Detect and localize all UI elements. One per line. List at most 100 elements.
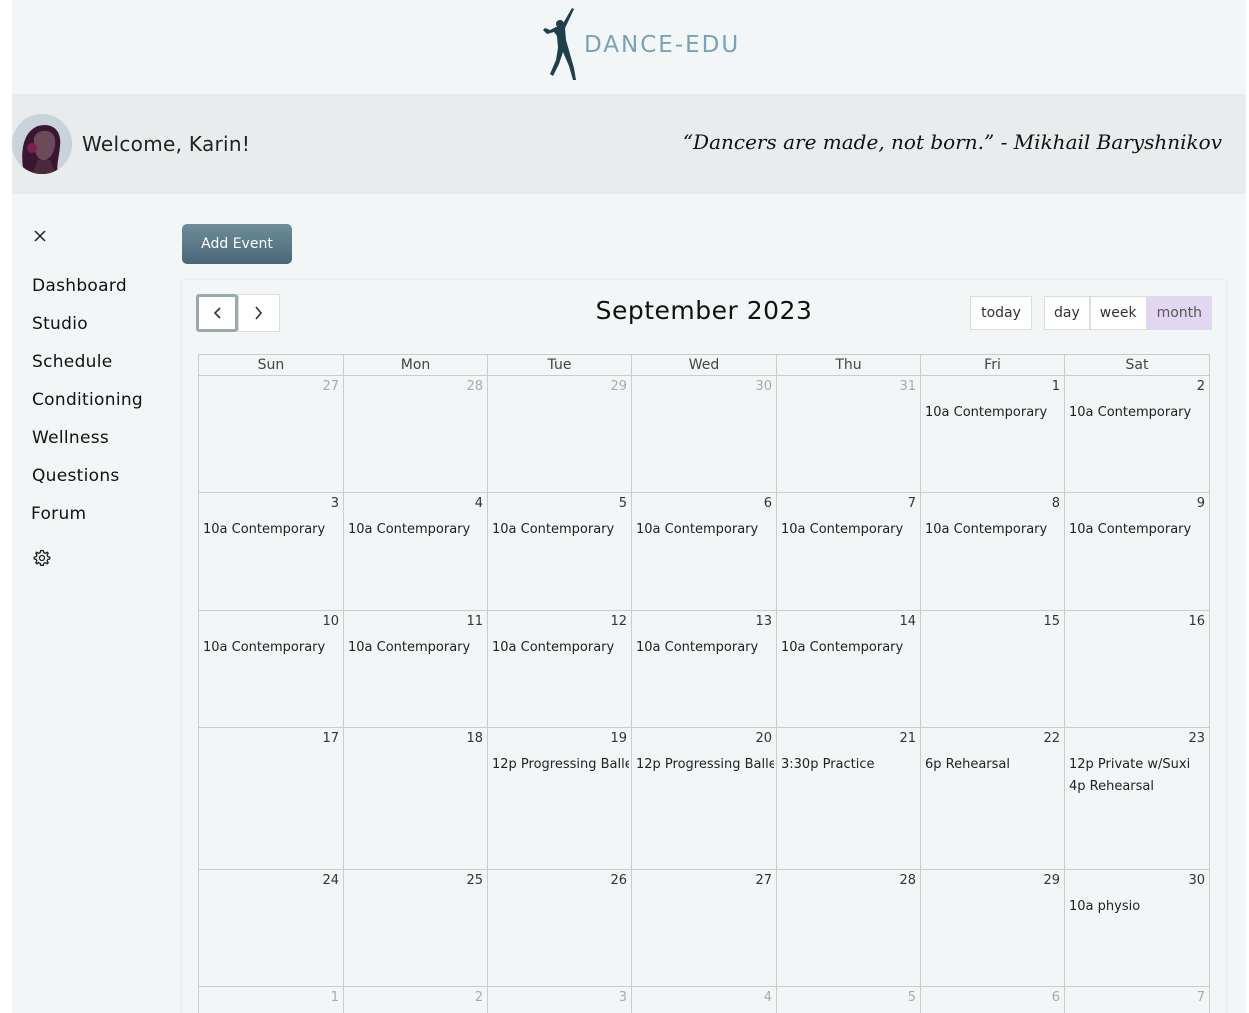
calendar-event[interactable]: 10a Contemporary: [781, 519, 918, 541]
calendar-event[interactable]: 12p Progressing Ballet: [636, 754, 774, 776]
day-number[interactable]: 19: [610, 731, 627, 746]
calendar-event[interactable]: 12p Progressing Ballet: [492, 754, 629, 776]
calendar-day-cell[interactable]: 27: [632, 870, 777, 987]
day-number[interactable]: 1: [1052, 379, 1060, 394]
day-number[interactable]: 6: [764, 496, 772, 511]
add-event-button[interactable]: Add Event: [182, 224, 292, 264]
day-number[interactable]: 27: [322, 379, 339, 394]
calendar-day-cell[interactable]: 6: [921, 987, 1065, 1013]
calendar-day-cell[interactable]: 8 10a Contemporary: [921, 493, 1065, 611]
calendar-day-cell[interactable]: 22 6p Rehearsal: [921, 728, 1065, 870]
day-number[interactable]: 11: [466, 614, 483, 629]
sidebar-item-studio[interactable]: Studio: [32, 314, 88, 334]
day-number[interactable]: 6: [1052, 990, 1060, 1005]
calendar-day-cell[interactable]: 5 10a Contemporary: [488, 493, 632, 611]
day-number[interactable]: 18: [466, 731, 483, 746]
day-number[interactable]: 8: [1052, 496, 1060, 511]
calendar-day-cell[interactable]: 24: [199, 870, 344, 987]
calendar-event[interactable]: 10a Contemporary: [1069, 519, 1207, 541]
calendar-day-cell[interactable]: 2: [344, 987, 488, 1013]
sidebar-item-wellness[interactable]: Wellness: [32, 428, 109, 448]
calendar-event[interactable]: 10a Contemporary: [203, 519, 341, 541]
day-number[interactable]: 14: [899, 614, 916, 629]
calendar-event[interactable]: 6p Rehearsal: [925, 754, 1062, 776]
calendar-day-cell[interactable]: 3: [488, 987, 632, 1013]
calendar-event[interactable]: 10a Contemporary: [492, 519, 629, 541]
calendar-day-cell[interactable]: 30 10a physio: [1065, 870, 1209, 987]
prev-month-button[interactable]: [196, 294, 238, 332]
calendar-event[interactable]: 4p Rehearsal: [1069, 776, 1207, 798]
calendar-day-cell[interactable]: 18: [344, 728, 488, 870]
calendar-day-cell[interactable]: 21 3:30p Practice: [777, 728, 921, 870]
day-number[interactable]: 4: [764, 990, 772, 1005]
sidebar-item-conditioning[interactable]: Conditioning: [32, 390, 143, 410]
day-number[interactable]: 2: [1197, 379, 1205, 394]
calendar-event[interactable]: 10a Contemporary: [492, 637, 629, 659]
view-day-button[interactable]: day: [1044, 296, 1090, 330]
calendar-event[interactable]: 12p Private w/Suxi: [1069, 754, 1207, 776]
calendar-day-cell[interactable]: 17: [199, 728, 344, 870]
calendar-day-cell[interactable]: 1 10a Contemporary: [921, 376, 1065, 493]
calendar-day-cell[interactable]: 28: [777, 870, 921, 987]
calendar-day-cell[interactable]: 4: [632, 987, 777, 1013]
day-number[interactable]: 3: [619, 990, 627, 1005]
calendar-event[interactable]: 3:30p Practice: [781, 754, 918, 776]
calendar-event[interactable]: 10a physio: [1069, 896, 1207, 918]
day-number[interactable]: 25: [466, 873, 483, 888]
calendar-event[interactable]: 10a Contemporary: [925, 519, 1062, 541]
calendar-day-cell[interactable]: 25: [344, 870, 488, 987]
calendar-day-cell[interactable]: 19 12p Progressing Ballet: [488, 728, 632, 870]
calendar-day-cell[interactable]: 4 10a Contemporary: [344, 493, 488, 611]
calendar-event[interactable]: 10a Contemporary: [636, 519, 774, 541]
view-week-button[interactable]: week: [1089, 296, 1147, 330]
day-number[interactable]: 24: [322, 873, 339, 888]
day-number[interactable]: 10: [322, 614, 339, 629]
day-number[interactable]: 1: [331, 990, 339, 1005]
calendar-day-cell[interactable]: 9 10a Contemporary: [1065, 493, 1209, 611]
day-number[interactable]: 5: [619, 496, 627, 511]
brand-logo[interactable]: DANCE-EDU: [532, 6, 742, 86]
sidebar-item-schedule[interactable]: Schedule: [32, 352, 113, 372]
calendar-day-cell[interactable]: 7: [1065, 987, 1209, 1013]
day-number[interactable]: 7: [908, 496, 916, 511]
day-number[interactable]: 30: [755, 379, 772, 394]
day-number[interactable]: 2: [475, 990, 483, 1005]
calendar-day-cell[interactable]: 26: [488, 870, 632, 987]
day-number[interactable]: 16: [1188, 614, 1205, 629]
day-number[interactable]: 15: [1043, 614, 1060, 629]
calendar-event[interactable]: 10a Contemporary: [781, 637, 918, 659]
day-number[interactable]: 29: [610, 379, 627, 394]
day-number[interactable]: 26: [610, 873, 627, 888]
calendar-event[interactable]: 10a Contemporary: [925, 402, 1062, 424]
calendar-day-cell[interactable]: 16: [1065, 611, 1209, 728]
calendar-day-cell[interactable]: 10 10a Contemporary: [199, 611, 344, 728]
day-number[interactable]: 17: [322, 731, 339, 746]
calendar-day-cell[interactable]: 15: [921, 611, 1065, 728]
day-number[interactable]: 9: [1197, 496, 1205, 511]
day-number[interactable]: 4: [475, 496, 483, 511]
today-button[interactable]: today: [970, 296, 1032, 330]
day-number[interactable]: 30: [1188, 873, 1205, 888]
calendar-day-cell[interactable]: 1: [199, 987, 344, 1013]
calendar-day-cell[interactable]: 29: [921, 870, 1065, 987]
day-number[interactable]: 20: [755, 731, 772, 746]
calendar-day-cell[interactable]: 28: [344, 376, 488, 493]
calendar-day-cell[interactable]: 6 10a Contemporary: [632, 493, 777, 611]
close-sidebar-button[interactable]: [32, 228, 48, 244]
day-number[interactable]: 5: [908, 990, 916, 1005]
day-number[interactable]: 3: [331, 496, 339, 511]
day-number[interactable]: 23: [1188, 731, 1205, 746]
day-number[interactable]: 28: [466, 379, 483, 394]
day-number[interactable]: 27: [755, 873, 772, 888]
day-number[interactable]: 13: [755, 614, 772, 629]
calendar-event[interactable]: 10a Contemporary: [1069, 402, 1207, 424]
calendar-event[interactable]: 10a Contemporary: [348, 519, 485, 541]
avatar[interactable]: [12, 114, 72, 174]
calendar-day-cell[interactable]: 3 10a Contemporary: [199, 493, 344, 611]
day-number[interactable]: 22: [1043, 731, 1060, 746]
calendar-day-cell[interactable]: 13 10a Contemporary: [632, 611, 777, 728]
calendar-day-cell[interactable]: 31: [777, 376, 921, 493]
sidebar-item-forum[interactable]: Forum: [31, 504, 86, 524]
settings-button[interactable]: [32, 548, 52, 568]
calendar-day-cell[interactable]: 30: [632, 376, 777, 493]
